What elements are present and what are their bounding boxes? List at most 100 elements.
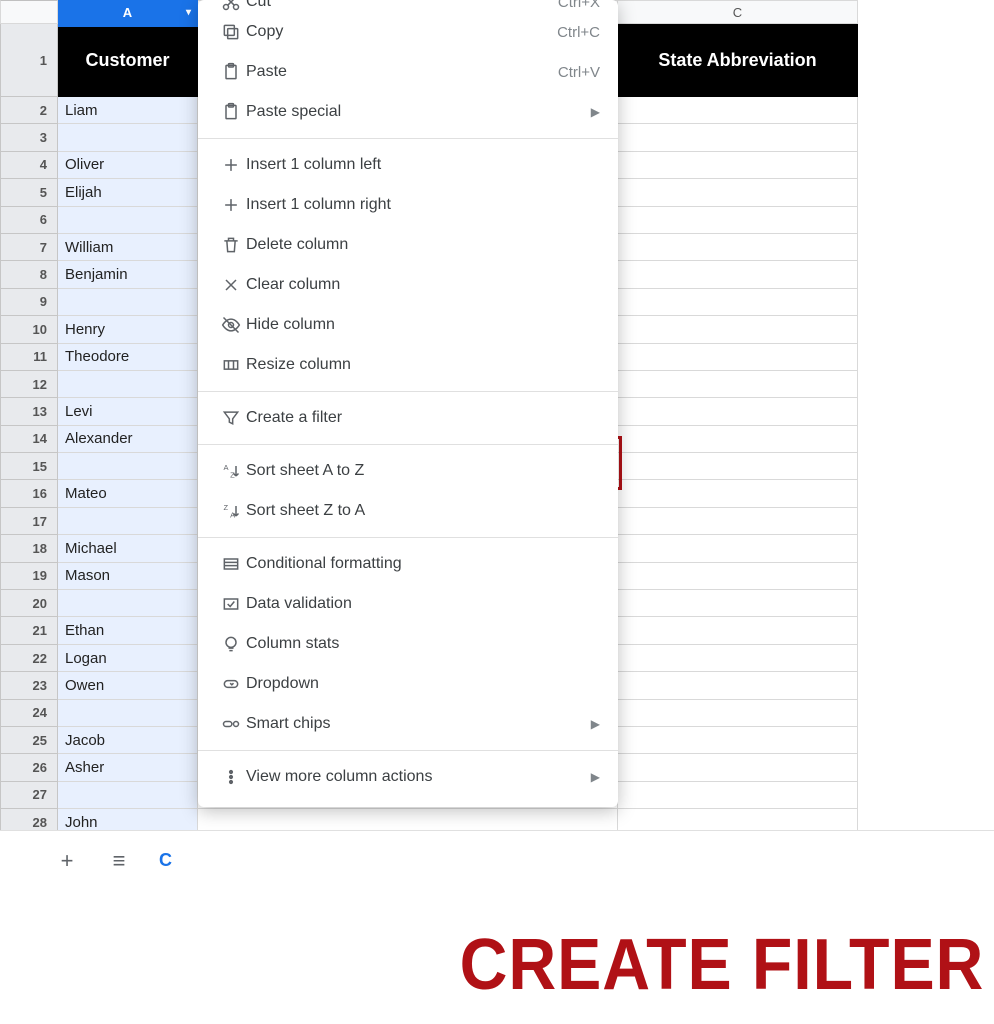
cell[interactable]	[58, 124, 198, 151]
row-header[interactable]: 20	[0, 590, 58, 617]
cell[interactable]	[618, 316, 858, 343]
row-header[interactable]: 14	[0, 426, 58, 453]
row-header[interactable]: 16	[0, 480, 58, 507]
cell[interactable]	[618, 480, 858, 507]
select-all-corner[interactable]	[0, 0, 58, 24]
row-header[interactable]: 27	[0, 782, 58, 809]
cell[interactable]: Asher	[58, 754, 198, 781]
row-header[interactable]: 4	[0, 152, 58, 179]
chevron-down-icon[interactable]: ▾	[186, 7, 191, 18]
all-sheets-button[interactable]: ≡	[107, 849, 131, 873]
row-header[interactable]: 24	[0, 700, 58, 727]
menu-smart-chips[interactable]: Smart chips ▶	[198, 704, 618, 744]
cell[interactable]: Jacob	[58, 727, 198, 754]
cell[interactable]	[58, 590, 198, 617]
cell[interactable]: Alexander	[58, 426, 198, 453]
row-header[interactable]: 17	[0, 508, 58, 535]
cell[interactable]	[618, 124, 858, 151]
menu-more-column-actions[interactable]: View more column actions ▶	[198, 757, 618, 797]
cell[interactable]	[618, 261, 858, 288]
cell[interactable]: Owen	[58, 672, 198, 699]
row-header[interactable]: 15	[0, 453, 58, 480]
column-header-a[interactable]: A ▾	[58, 0, 198, 24]
cell[interactable]	[618, 754, 858, 781]
cell[interactable]	[618, 371, 858, 398]
row-header[interactable]: 3	[0, 124, 58, 151]
cell[interactable]	[618, 672, 858, 699]
add-sheet-button[interactable]: +	[55, 849, 79, 873]
cell[interactable]	[618, 234, 858, 261]
row-header[interactable]: 6	[0, 207, 58, 234]
row-header[interactable]: 1	[0, 24, 58, 97]
cell[interactable]: Oliver	[58, 152, 198, 179]
cell[interactable]: Elijah	[58, 179, 198, 206]
cell[interactable]: Mateo	[58, 480, 198, 507]
row-header[interactable]: 25	[0, 727, 58, 754]
cell[interactable]: Henry	[58, 316, 198, 343]
cell[interactable]	[618, 398, 858, 425]
cell[interactable]: Logan	[58, 645, 198, 672]
row-header[interactable]: 13	[0, 398, 58, 425]
cell[interactable]	[618, 508, 858, 535]
menu-copy[interactable]: Copy Ctrl+C	[198, 12, 618, 52]
row-header[interactable]: 5	[0, 179, 58, 206]
cell[interactable]	[618, 535, 858, 562]
cell[interactable]	[618, 563, 858, 590]
row-header[interactable]: 19	[0, 563, 58, 590]
cell[interactable]: Benjamin	[58, 261, 198, 288]
cell[interactable]	[58, 289, 198, 316]
header-cell-customer[interactable]: Customer	[58, 24, 198, 97]
menu-delete-column[interactable]: Delete column	[198, 225, 618, 265]
menu-data-validation[interactable]: Data validation	[198, 584, 618, 624]
sheet-tab[interactable]: C	[159, 850, 172, 871]
cell[interactable]	[618, 344, 858, 371]
row-header[interactable]: 23	[0, 672, 58, 699]
cell[interactable]	[618, 590, 858, 617]
cell[interactable]	[58, 700, 198, 727]
cell[interactable]: William	[58, 234, 198, 261]
menu-sort-az[interactable]: AZ Sort sheet A to Z	[198, 451, 618, 491]
cell[interactable]: Ethan	[58, 617, 198, 644]
row-header[interactable]: 18	[0, 535, 58, 562]
menu-cut[interactable]: Cut Ctrl+X	[198, 0, 618, 12]
menu-clear-column[interactable]: Clear column	[198, 265, 618, 305]
menu-hide-column[interactable]: Hide column	[198, 305, 618, 345]
menu-sort-za[interactable]: ZA Sort sheet Z to A	[198, 491, 618, 531]
cell[interactable]	[618, 97, 858, 124]
cell[interactable]	[58, 782, 198, 809]
cell[interactable]	[618, 289, 858, 316]
cell[interactable]: Liam	[58, 97, 198, 124]
row-header[interactable]: 21	[0, 617, 58, 644]
cell[interactable]	[618, 617, 858, 644]
menu-paste[interactable]: Paste Ctrl+V	[198, 52, 618, 92]
cell[interactable]: Levi	[58, 398, 198, 425]
menu-dropdown[interactable]: Dropdown	[198, 664, 618, 704]
cell[interactable]	[58, 453, 198, 480]
cell[interactable]: Mason	[58, 563, 198, 590]
cell[interactable]	[58, 371, 198, 398]
cell[interactable]: Michael	[58, 535, 198, 562]
row-header[interactable]: 9	[0, 289, 58, 316]
column-header-c[interactable]: C	[618, 0, 858, 24]
row-header[interactable]: 2	[0, 97, 58, 124]
menu-insert-col-left[interactable]: Insert 1 column left	[198, 145, 618, 185]
cell[interactable]: Theodore	[58, 344, 198, 371]
cell[interactable]	[618, 645, 858, 672]
cell[interactable]	[618, 782, 858, 809]
cell[interactable]	[618, 453, 858, 480]
menu-conditional-formatting[interactable]: Conditional formatting	[198, 544, 618, 584]
cell[interactable]	[618, 152, 858, 179]
row-header[interactable]: 26	[0, 754, 58, 781]
menu-paste-special[interactable]: Paste special ▶	[198, 92, 618, 132]
menu-insert-col-right[interactable]: Insert 1 column right	[198, 185, 618, 225]
cell[interactable]	[58, 508, 198, 535]
menu-resize-column[interactable]: Resize column	[198, 345, 618, 385]
row-header[interactable]: 11	[0, 344, 58, 371]
row-header[interactable]: 12	[0, 371, 58, 398]
cell[interactable]	[618, 727, 858, 754]
menu-create-filter[interactable]: Create a filter	[198, 398, 618, 438]
row-header[interactable]: 22	[0, 645, 58, 672]
cell[interactable]	[618, 179, 858, 206]
cell[interactable]	[618, 207, 858, 234]
cell[interactable]	[618, 700, 858, 727]
